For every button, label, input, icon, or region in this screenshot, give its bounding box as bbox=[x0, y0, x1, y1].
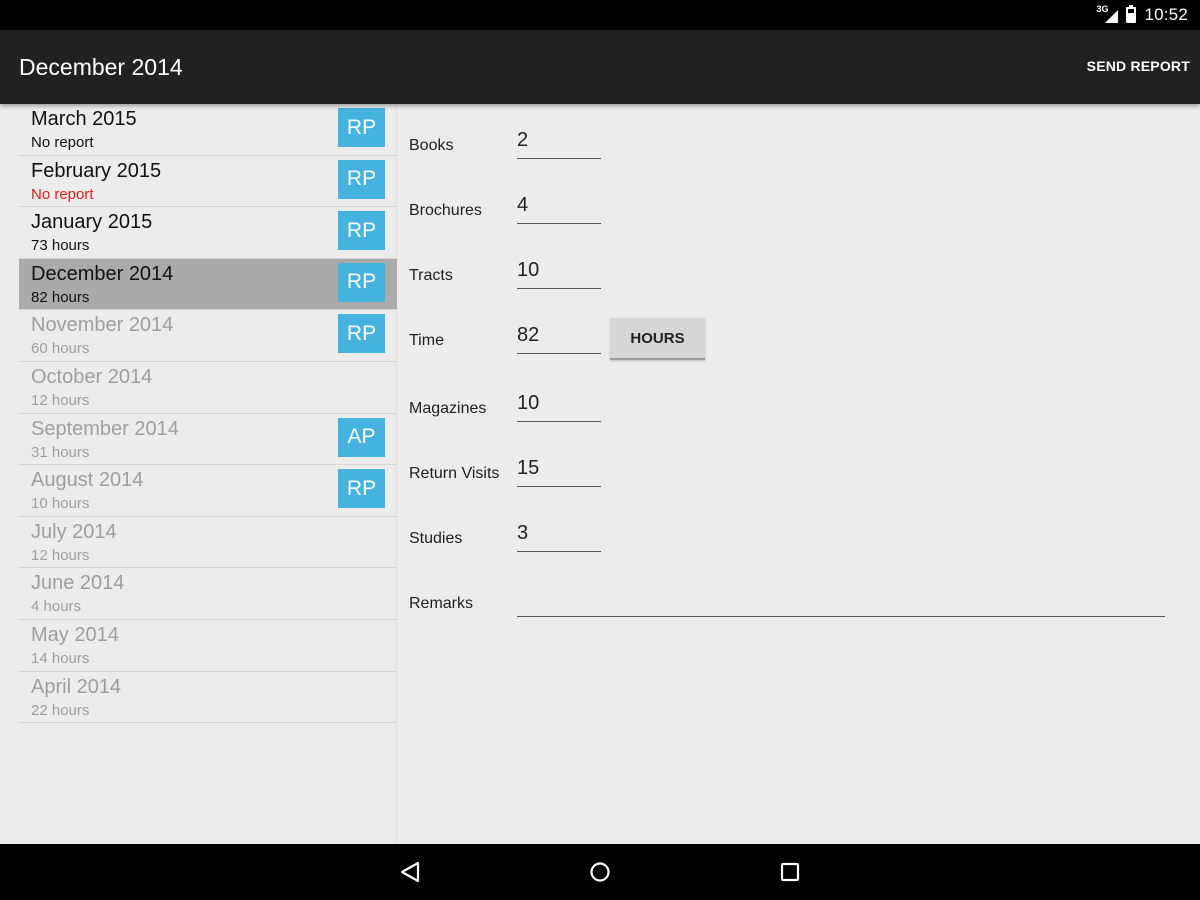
month-list-item[interactable]: May 2014 14 hours bbox=[19, 620, 397, 672]
month-list-item[interactable]: September 2014 31 hours AP bbox=[19, 414, 397, 466]
month-status: 14 hours bbox=[31, 649, 90, 667]
publisher-badge[interactable]: RP bbox=[338, 108, 385, 147]
month-name: April 2014 bbox=[31, 675, 122, 698]
month-name: January 2015 bbox=[31, 211, 153, 234]
brochures-label: Brochures bbox=[409, 202, 482, 219]
month-list-panel: March 2015 No report RP February 2015 No rep… bbox=[0, 104, 397, 844]
publisher-badge[interactable]: RP bbox=[338, 211, 385, 251]
remarks-field[interactable] bbox=[517, 587, 1165, 617]
month-list-item[interactable]: June 2014 4 hours bbox=[19, 568, 397, 620]
publisher-badge[interactable]: RP bbox=[338, 469, 385, 509]
month-name: September 2014 bbox=[31, 417, 179, 440]
publisher-badge[interactable]: RP bbox=[338, 159, 385, 199]
month-name: February 2015 bbox=[31, 159, 162, 182]
month-name: August 2014 bbox=[31, 469, 144, 492]
time-label: Time bbox=[409, 332, 444, 349]
month-status: 73 hours bbox=[31, 237, 90, 255]
month-status: 4 hours bbox=[31, 598, 82, 616]
books-field[interactable]: 2 bbox=[517, 129, 601, 159]
month-list: March 2015 No report RP February 2015 No rep… bbox=[19, 104, 397, 724]
action-bar: December 2014 SEND REPORT bbox=[0, 30, 1200, 104]
month-status: No report bbox=[31, 185, 94, 203]
month-status: 10 hours bbox=[31, 495, 90, 513]
navigation-bar bbox=[0, 844, 1200, 900]
return-visits-label: Return Visits bbox=[409, 465, 500, 482]
month-name: October 2014 bbox=[31, 365, 153, 388]
month-list-item[interactable]: August 2014 10 hours RP bbox=[19, 465, 397, 517]
month-status: 60 hours bbox=[31, 340, 90, 358]
page-title: December 2014 bbox=[19, 54, 183, 80]
month-name: June 2014 bbox=[31, 572, 125, 595]
status-icons: 3G 10:52 bbox=[1096, 0, 1188, 30]
publisher-badge[interactable]: AP bbox=[338, 417, 385, 457]
hours-button[interactable]: HOURS bbox=[610, 318, 705, 360]
publisher-badge[interactable]: RP bbox=[338, 262, 385, 302]
clock: 10:52 bbox=[1144, 5, 1188, 24]
month-status: 22 hours bbox=[31, 701, 90, 719]
month-name: November 2014 bbox=[31, 314, 174, 337]
month-name: July 2014 bbox=[31, 520, 117, 543]
month-list-item[interactable]: October 2014 12 hours bbox=[19, 362, 397, 414]
remarks-row: Remarks bbox=[398, 587, 1200, 637]
remarks-label: Remarks bbox=[409, 595, 474, 612]
home-circle-icon[interactable] bbox=[572, 844, 628, 900]
month-name: March 2015 bbox=[31, 108, 137, 130]
signal-icon: 3G bbox=[1096, 4, 1119, 24]
month-list-item[interactable]: July 2014 12 hours bbox=[19, 517, 397, 569]
battery-icon bbox=[1126, 5, 1137, 23]
magazines-field[interactable]: 10 bbox=[517, 392, 601, 422]
return-visits-field[interactable]: 15 bbox=[517, 457, 601, 487]
back-triangle-icon[interactable] bbox=[382, 844, 438, 900]
month-list-item[interactable]: December 2014 82 hours RP bbox=[19, 258, 397, 311]
month-status: 82 hours bbox=[31, 288, 90, 306]
send-report-button[interactable]: SEND REPORT bbox=[1087, 58, 1190, 74]
report-form: Books 2 Brochures 4 Tracts 10 Time 82 HO… bbox=[398, 104, 1200, 844]
month-name: December 2014 bbox=[31, 262, 174, 285]
time-row: Time 82 HOURS bbox=[398, 318, 1200, 374]
studies-field[interactable]: 3 bbox=[517, 522, 601, 552]
month-list-item[interactable]: February 2015 No report RP bbox=[19, 156, 397, 208]
return-visits-row: Return Visits 15 bbox=[398, 457, 1200, 507]
month-list-item[interactable]: January 2015 73 hours RP bbox=[19, 207, 397, 259]
time-field[interactable]: 82 bbox=[517, 324, 601, 354]
status-bar: 3G 10:52 bbox=[0, 0, 1200, 30]
books-label: Books bbox=[409, 137, 454, 154]
month-list-item[interactable]: March 2015 No report RP bbox=[19, 104, 397, 156]
month-list-item[interactable]: November 2014 60 hours RP bbox=[19, 310, 397, 362]
month-list-item[interactable]: April 2014 22 hours bbox=[19, 672, 397, 724]
tracts-label: Tracts bbox=[409, 267, 453, 284]
magazines-row: Magazines 10 bbox=[398, 392, 1200, 442]
books-row: Books 2 bbox=[398, 129, 1200, 179]
brochures-field[interactable]: 4 bbox=[517, 194, 601, 224]
studies-label: Studies bbox=[409, 530, 463, 547]
month-status: 31 hours bbox=[31, 443, 90, 461]
tracts-row: Tracts 10 bbox=[398, 259, 1200, 309]
month-status: 12 hours bbox=[31, 391, 90, 409]
tracts-field[interactable]: 10 bbox=[517, 259, 601, 289]
month-status: No report bbox=[31, 134, 94, 151]
brochures-row: Brochures 4 bbox=[398, 194, 1200, 244]
publisher-badge[interactable]: RP bbox=[338, 314, 385, 354]
month-name: May 2014 bbox=[31, 623, 119, 646]
studies-row: Studies 3 bbox=[398, 522, 1200, 572]
month-status: 12 hours bbox=[31, 546, 90, 564]
recents-square-icon[interactable] bbox=[762, 844, 818, 900]
magazines-label: Magazines bbox=[409, 400, 487, 417]
